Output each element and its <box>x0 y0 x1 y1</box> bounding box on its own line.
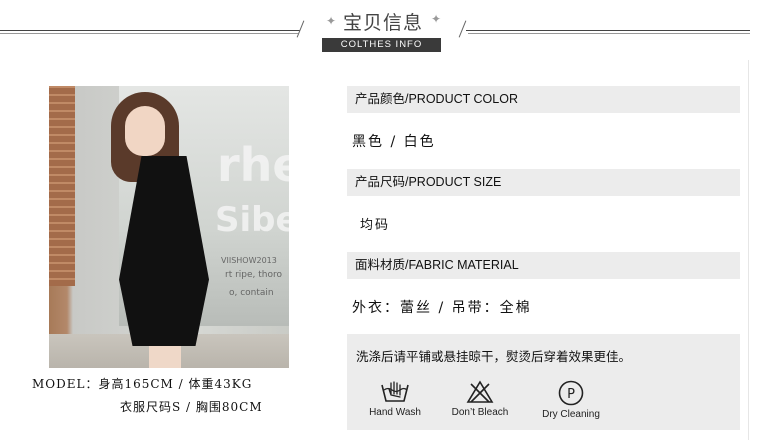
product-photo: rhe Siber VIISHOW2013 rt ripe, thoro o, … <box>49 86 289 368</box>
header-rule-left-thin <box>0 33 298 34</box>
spec-material-label: 面料材质/FABRIC MATERIAL <box>355 258 519 272</box>
dont-bleach-icon <box>466 380 494 403</box>
care-dont-bleach: Don’t Bleach <box>435 380 525 418</box>
model-size-info: 衣服尺码S / 胸围80CM <box>120 400 263 414</box>
care-label: Don’t Bleach <box>451 407 509 418</box>
header-rule-right-thin <box>468 33 750 34</box>
care-text: 洗涤后请平铺或悬挂晾干，熨烫后穿着效果更佳。 <box>356 349 632 364</box>
spec-label-bar: 面料材质/FABRIC MATERIAL <box>347 252 740 279</box>
photo-brick-wall <box>49 86 75 286</box>
care-dry-cleaning: P Dry Cleaning <box>526 380 616 420</box>
photo-sign-text: rhe <box>217 138 289 192</box>
photo-sign-text: rt ripe, thoro <box>225 270 283 280</box>
header-slash-right <box>458 20 467 38</box>
photo-sign-text: VIISHOW2013 <box>221 256 277 265</box>
svg-text:P: P <box>567 387 575 402</box>
section-subtitle: COLTHES INFO <box>322 38 441 52</box>
spec-size-value: 均码 <box>360 218 391 233</box>
care-hand-wash: Hand Wash <box>350 380 440 418</box>
model-measurements: MODEL：身高165CM / 体重43KG <box>32 377 253 391</box>
care-instructions: 洗涤后请平铺或悬挂晾干，熨烫后穿着效果更佳。 Hand Wash Don’t B… <box>347 334 740 430</box>
spec-label-bar: 产品颜色/PRODUCT COLOR <box>347 86 740 113</box>
photo-sign-text: o, contain <box>229 288 274 298</box>
spec-size-label: 产品尺码/PRODUCT SIZE <box>355 175 502 189</box>
panel-divider <box>748 60 749 440</box>
care-label: Hand Wash <box>369 407 421 418</box>
spec-color-value: 黑色 / 白色 <box>352 134 436 150</box>
spec-color-label: 产品颜色/PRODUCT COLOR <box>355 92 518 106</box>
header-rule-right <box>466 30 750 31</box>
spec-label-bar: 产品尺码/PRODUCT SIZE <box>347 169 740 196</box>
header-rule-left <box>0 30 300 31</box>
header-slash-left <box>296 20 305 38</box>
dry-cleaning-icon: P <box>558 380 584 406</box>
section-title: 宝贝信息 <box>342 12 423 34</box>
photo-model-face <box>125 106 165 156</box>
spec-material-value: 外衣：蕾丝 / 吊带：全棉 <box>352 300 532 316</box>
photo-sign-text: Siber <box>215 200 289 240</box>
hand-wash-icon <box>381 381 409 402</box>
care-label: Dry Cleaning <box>542 409 600 420</box>
